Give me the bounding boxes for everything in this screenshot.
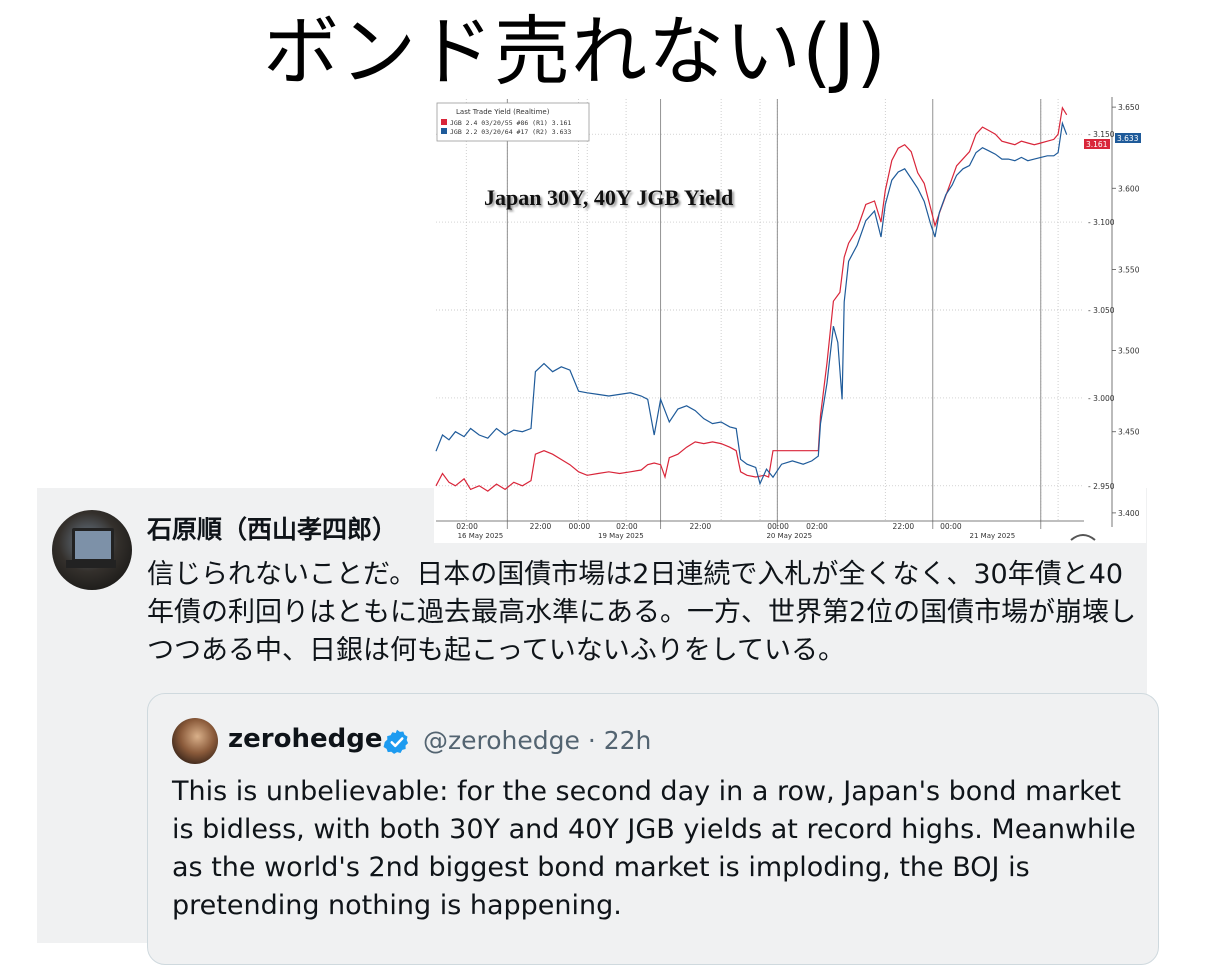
x-tick-label: 00:00 [940, 522, 962, 531]
quoted-handle-time[interactable]: @zerohedge · 22h [423, 726, 651, 755]
x-date-label: 20 May 2025 [766, 532, 812, 540]
laptop-base-image [66, 560, 116, 568]
quoted-tweet-text: This is unbelievable: for the second day… [172, 776, 1136, 921]
yield-chart: - 3.150 - 3.100 - 3.050 - 3.000 - 2.950 3.650… [434, 97, 1146, 543]
y-inner-tick-label: - 2.950 [1088, 482, 1115, 491]
legend-label-1: JGB 2.4 03/20/55 #86 (R1) 3.161 [450, 119, 571, 127]
y-inner-tick-label: - 3.000 [1088, 394, 1115, 403]
x-tick-label: 22:00 [530, 522, 552, 531]
value-tag-red: 3.161 [1084, 139, 1110, 149]
x-tick-label: 02:00 [806, 522, 828, 531]
chart-title: Japan 30Y, 40Y JGB Yield [484, 185, 733, 210]
series-line-40y [435, 120, 1068, 486]
value-tag-blue-text: 3.633 [1117, 134, 1139, 143]
legend-swatch-2 [441, 128, 447, 134]
y-outer-tick-label: 3.400 [1118, 509, 1140, 518]
x-date-label: 19 May 2025 [598, 532, 644, 540]
quoted-author-avatar[interactable] [172, 718, 218, 764]
y-outer-tick-label: 3.600 [1118, 184, 1140, 193]
x-tick-label: 00:00 [569, 522, 591, 531]
legend-swatch-1 [441, 119, 447, 125]
y-outer-tick-label: 3.450 [1118, 428, 1140, 437]
slide-title: ボンド売れない(J) [263, 7, 887, 96]
yield-chart-svg: - 3.150 - 3.100 - 3.050 - 3.000 - 2.950 3.650… [435, 97, 1141, 540]
x-tick-label: 22:00 [690, 522, 712, 531]
x-tick-label: 00:00 [767, 522, 789, 531]
x-tick-label: 02:00 [616, 522, 638, 531]
y-inner-tick-label: - 3.150 [1088, 130, 1115, 139]
x-tick-label: 02:00 [456, 522, 478, 531]
x-date-label: 21 May 2025 [970, 532, 1016, 540]
tweet-text: 信じられないことだ。日本の国債市場は2日連続で入札が全くなく、30年債と40年債… [147, 559, 1137, 666]
series-line-30y [435, 106, 1068, 492]
y-outer-tick-label: 3.500 [1118, 347, 1140, 356]
author-name[interactable]: 石原順（西山孝四郎） [147, 510, 397, 546]
ellipsis-icon[interactable] [1068, 528, 1098, 542]
x-date-label: 16 May 2025 [458, 532, 504, 540]
y-outer-tick-label: 3.550 [1118, 265, 1140, 274]
y-outer-tick-label: 3.650 [1118, 103, 1140, 112]
chart-series [435, 106, 1068, 492]
author-avatar[interactable] [52, 510, 132, 590]
value-tag-blue: 3.633 [1115, 133, 1141, 143]
chart-legend: Last Trade Yield (Realtime) JGB 2.4 03/2… [436, 102, 590, 142]
quoted-author-name[interactable]: zerohedge [228, 724, 382, 754]
laptop-image [72, 528, 114, 562]
legend-label-2: JGB 2.2 03/20/64 #17 (R2) 3.633 [450, 128, 571, 136]
chart-axes: - 3.150 - 3.100 - 3.050 - 3.000 - 2.950 3.650… [436, 97, 1140, 540]
verified-badge-icon [383, 729, 409, 754]
y-inner-tick-label: - 3.100 [1088, 218, 1115, 227]
value-tag-red-text: 3.161 [1086, 140, 1108, 149]
y-inner-tick-label: - 3.050 [1088, 306, 1115, 315]
legend-header: Last Trade Yield (Realtime) [456, 108, 550, 116]
x-tick-label: 22:00 [893, 522, 915, 531]
